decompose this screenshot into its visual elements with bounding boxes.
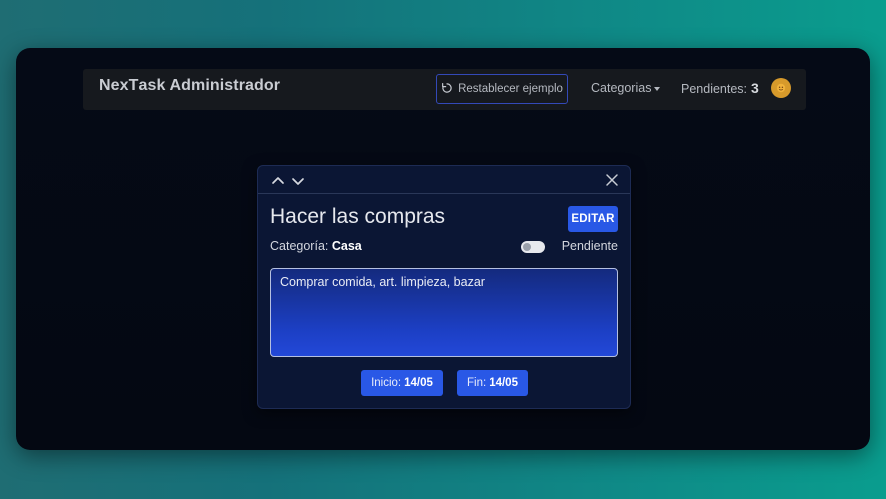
brand-logo[interactable]: Nex Task Administrador xyxy=(97,77,281,95)
modal-header xyxy=(258,166,630,194)
toggle-knob xyxy=(523,243,531,251)
pending-counter[interactable]: Pendientes: 3 xyxy=(681,80,759,96)
end-date-label: Fin: xyxy=(467,377,487,389)
close-icon[interactable] xyxy=(604,172,620,188)
brand-highlight-right: T xyxy=(126,77,141,95)
categories-label: Categorias xyxy=(591,81,652,95)
chevron-up-icon[interactable] xyxy=(271,174,285,186)
status-label: Pendiente xyxy=(561,239,618,253)
brand-part3: ask Administrador xyxy=(138,77,281,94)
start-date-label: Inicio: xyxy=(371,377,402,389)
status-toggle[interactable] xyxy=(521,241,545,253)
reset-example-label: Restablecer ejemplo xyxy=(458,83,563,95)
description-textarea[interactable]: Comprar comida, art. limpieza, bazar xyxy=(270,268,618,357)
edit-button[interactable]: EDITAR xyxy=(568,206,618,232)
brand-part2: T xyxy=(128,77,139,94)
start-date-button[interactable]: Inicio: 14/05 xyxy=(361,370,443,396)
refresh-icon xyxy=(441,82,453,97)
caret-down-icon xyxy=(654,87,661,91)
category-label: Categoría: xyxy=(270,239,329,253)
reset-example-button[interactable]: Restablecer ejemplo xyxy=(436,74,568,104)
start-date-value: 14/05 xyxy=(404,377,433,389)
app-window: Nex Task Administrador Restablecer ejempl… xyxy=(16,48,870,450)
end-date-button[interactable]: Fin: 14/05 xyxy=(457,370,528,396)
pending-count: 3 xyxy=(751,80,759,96)
brand-part1: Nex xyxy=(99,77,129,94)
category-value: Casa xyxy=(331,239,362,253)
brand-highlight-left: Nex xyxy=(97,77,129,95)
task-title: Hacer las compras xyxy=(270,205,446,228)
chevron-down-icon[interactable] xyxy=(291,174,305,186)
task-category: Categoría: Casa xyxy=(270,239,362,253)
end-date-value: 14/05 xyxy=(489,377,518,389)
task-modal: Hacer las compras EDITAR Categoría: Casa… xyxy=(257,165,631,409)
sun-avatar-icon[interactable] xyxy=(771,78,791,98)
categories-dropdown[interactable]: Categorias xyxy=(591,81,661,95)
pending-label: Pendientes: xyxy=(681,82,748,96)
navbar: Nex Task Administrador Restablecer ejempl… xyxy=(83,69,806,110)
